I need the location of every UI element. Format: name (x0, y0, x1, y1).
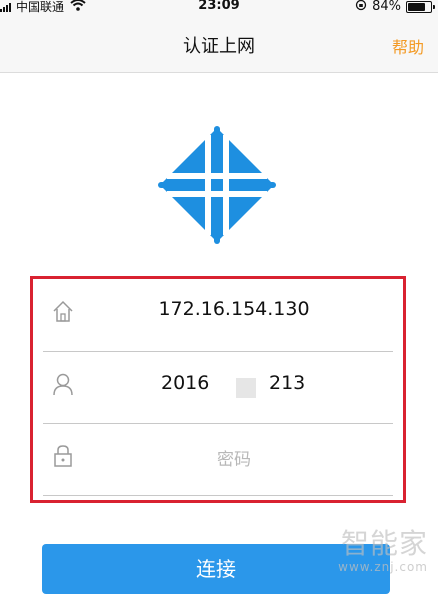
home-icon (53, 300, 73, 322)
username-field-start[interactable]: 2016 (161, 372, 209, 394)
username-row[interactable]: 2016 213 (43, 351, 393, 424)
lock-icon (54, 445, 72, 467)
user-icon (53, 373, 73, 396)
orientation-lock-icon (355, 0, 367, 15)
connect-button[interactable]: 连接 (42, 544, 390, 594)
battery-icon (406, 1, 435, 13)
battery-fill (408, 3, 425, 11)
help-button[interactable]: 帮助 (392, 34, 424, 58)
masked-username-block (236, 378, 256, 398)
server-row[interactable]: 172.16.154.130 (43, 279, 393, 352)
login-form: 172.16.154.130 2016 213 密码 (30, 276, 406, 503)
status-right: 84% (355, 0, 435, 15)
password-row[interactable]: 密码 (43, 423, 393, 496)
battery-percent: 84% (372, 0, 401, 14)
status-bar: 中国联通 23:09 84% (0, 0, 438, 14)
app-logo (158, 126, 276, 244)
nav-bar: 认证上网 帮助 (0, 14, 438, 73)
password-input[interactable]: 密码 (75, 445, 393, 470)
page-title: 认证上网 (183, 36, 255, 57)
username-field-end[interactable]: 213 (269, 372, 305, 394)
server-address-field[interactable]: 172.16.154.130 (75, 298, 393, 320)
